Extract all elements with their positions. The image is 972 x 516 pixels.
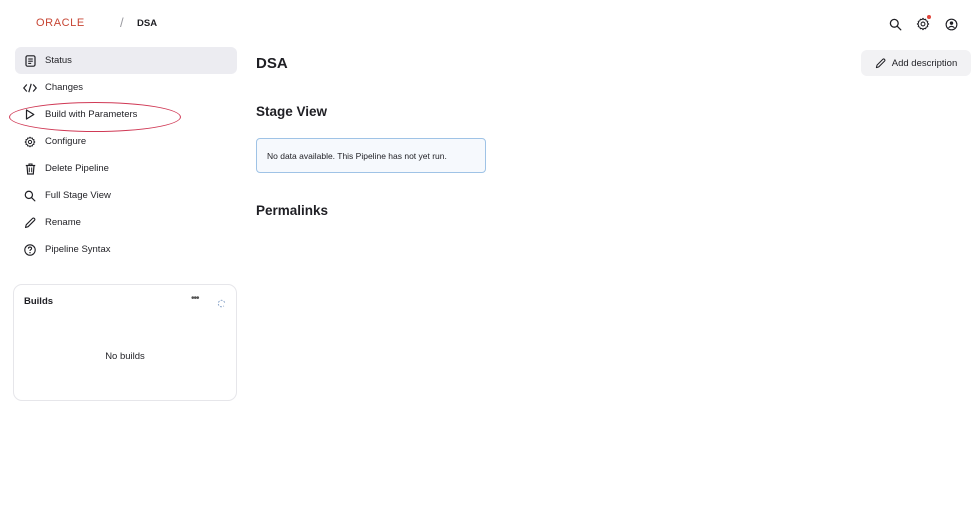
sidebar-item-label: Configure (45, 136, 87, 147)
page-title: DSA (256, 55, 288, 72)
oracle-logo[interactable]: ORACLE (36, 17, 85, 29)
trash-icon (23, 162, 37, 176)
more-options-icon[interactable]: ••• (191, 293, 199, 304)
stage-view-title: Stage View (256, 104, 328, 119)
play-icon (23, 108, 37, 122)
notification-dot (927, 15, 931, 19)
sidebar-item-label: Build with Parameters (45, 109, 138, 120)
sidebar-item-delete-pipeline[interactable]: Delete Pipeline (15, 155, 237, 182)
stage-view-notice-text: No data available. This Pipeline has not… (267, 150, 447, 161)
sidebar-item-label: Changes (45, 82, 84, 93)
sidebar-item-rename[interactable]: Rename (15, 209, 237, 236)
builds-title: Builds (24, 296, 54, 307)
sidebar: Status Changes Build with Parameters Con… (15, 47, 237, 263)
sidebar-item-changes[interactable]: Changes (15, 74, 237, 101)
sidebar-item-label: Status (45, 55, 72, 66)
add-description-button[interactable]: Add description (861, 50, 971, 76)
help-icon (23, 243, 37, 257)
sidebar-item-label: Rename (45, 217, 81, 228)
user-account-icon[interactable] (942, 15, 960, 33)
breadcrumb-separator: / (120, 15, 124, 30)
sidebar-item-label: Full Stage View (45, 190, 111, 201)
sidebar-item-label: Delete Pipeline (45, 163, 109, 174)
document-icon (23, 54, 37, 68)
breadcrumb-dsa[interactable]: DSA (137, 18, 157, 29)
code-icon (23, 81, 37, 95)
top-bar: ORACLE / DSA (0, 0, 972, 46)
search-icon[interactable] (886, 15, 904, 33)
builds-panel: Builds ••• No builds (13, 284, 237, 401)
pencil-icon (23, 216, 37, 230)
pencil-icon (875, 57, 886, 69)
sidebar-item-status[interactable]: Status (15, 47, 237, 74)
stage-view-notice: No data available. This Pipeline has not… (256, 138, 486, 173)
gear-icon (23, 135, 37, 149)
sidebar-item-configure[interactable]: Configure (15, 128, 237, 155)
refresh-icon[interactable] (217, 295, 226, 313)
permalinks-title: Permalinks (256, 203, 329, 218)
manage-gear-icon[interactable] (914, 15, 932, 33)
builds-empty-state: No builds (105, 351, 145, 362)
sidebar-item-label: Pipeline Syntax (45, 244, 111, 255)
sidebar-item-full-stage-view[interactable]: Full Stage View (15, 182, 237, 209)
sidebar-item-pipeline-syntax[interactable]: Pipeline Syntax (15, 236, 237, 263)
sidebar-item-build-with-parameters[interactable]: Build with Parameters (15, 101, 237, 128)
add-description-label: Add description (891, 57, 958, 69)
search-icon (23, 189, 37, 203)
